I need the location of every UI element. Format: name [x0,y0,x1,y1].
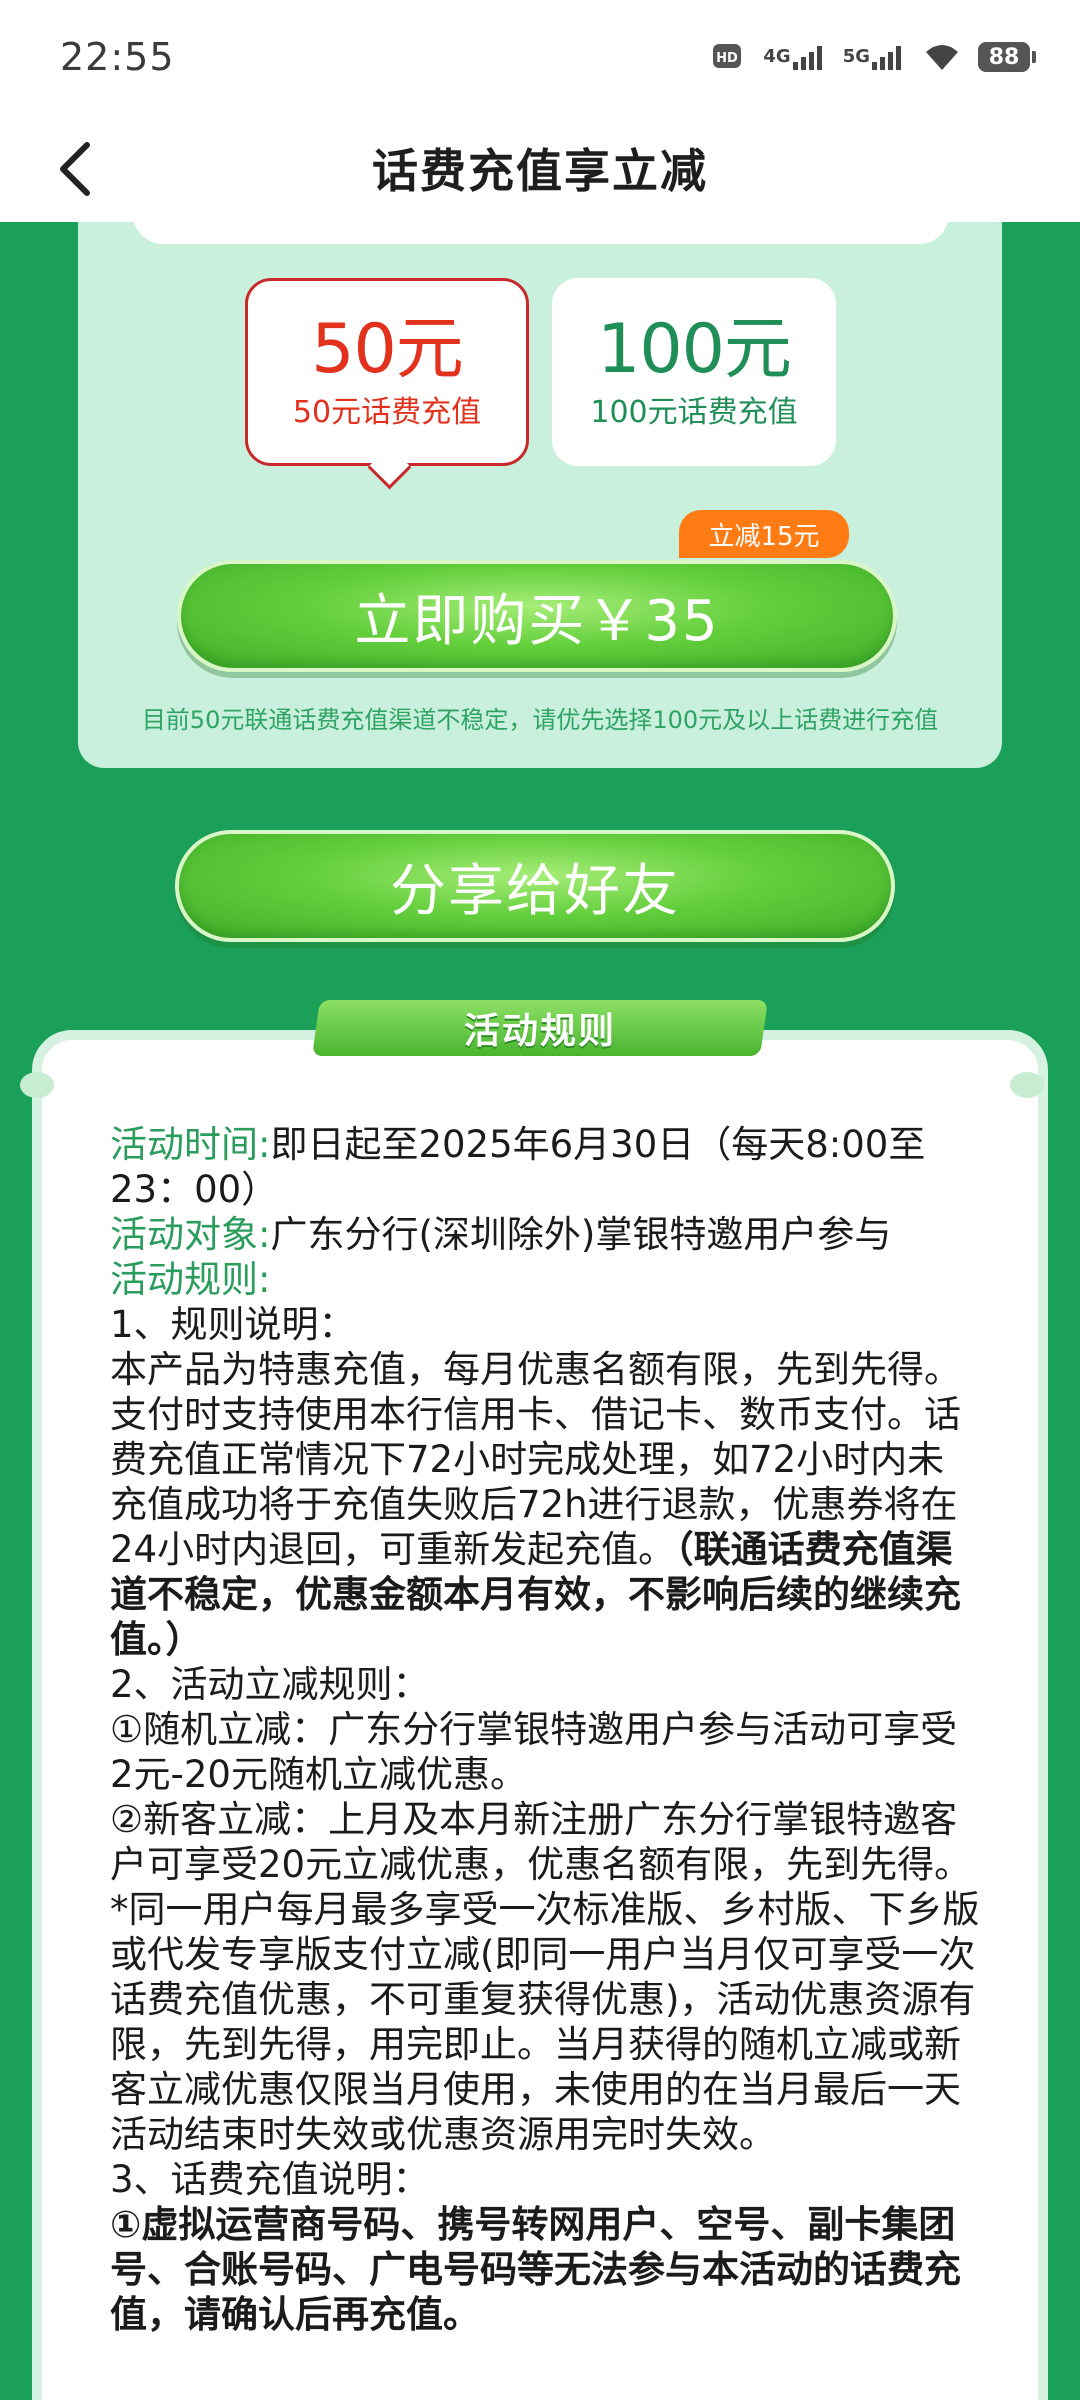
status-icons: HD 4G 5G 88 [713,42,1036,72]
hd-icon: HD [713,42,747,72]
share-button[interactable]: 分享给好友 [175,830,895,942]
rules-tab-title: 活动规则 [463,1011,616,1052]
status-bar: 22:55 HD 4G 5G 88 [0,0,1080,114]
rules-body: 活动时间:即日起至2025年6月30日（每天8:00至23：00） 活动对象:广… [110,1122,980,2337]
section-1-body: 本产品为特惠充值，每月优惠名额有限，先到先得。支付时支持使用本行信用卡、借记卡、… [110,1347,980,1662]
buy-now-button[interactable]: 立即购买￥35 [177,560,897,672]
discount-badge: 立减15元 [679,510,849,558]
signal-5g-icon: 5G [843,42,906,72]
target-value: 广东分行(深圳除外)掌银特邀用户参与 [270,1213,892,1256]
option-amount: 50元 [311,310,464,389]
channel-notice: 目前50元联通话费充值渠道不稳定，请优先选择100元及以上话费进行充值 [141,706,939,734]
option-amount: 100元 [597,310,792,389]
option-100-button[interactable]: 100元 100元话费充值 [552,278,836,466]
section-1-title: 1、规则说明： [110,1303,356,1346]
signal-4g-icon: 4G [763,42,826,72]
page-title: 话费充值享立减 [372,144,708,198]
section-2-title: 2、活动立减规则： [110,1663,430,1706]
activity-time: 活动时间:即日起至2025年6月30日（每天8:00至23：00） [110,1122,980,1212]
wifi-icon [922,42,962,72]
sim2-label: 5G [842,46,870,67]
section-2-note: *同一用户每月最多享受一次标准版、乡村版、下乡版或代发专享版支付立减(即同一用户… [110,1888,980,2156]
option-desc: 100元话费充值 [590,395,798,430]
section-3-title: 3、话费充值说明： [110,2158,430,2201]
chevron-left-icon [60,142,90,196]
rules-label: 活动规则: [110,1258,271,1301]
status-time: 22:55 [60,35,175,79]
section-2-item-2: ②新客立减：上月及本月新注册广东分行掌银特邀客户可享受20元立减优惠，优惠名额有… [110,1798,972,1886]
battery-icon: 88 [978,42,1036,72]
decor-dot-right [1010,1072,1044,1098]
option-50-button[interactable]: 50元 50元话费充值 [245,278,529,466]
app-header: 话费充值享立减 [0,114,1080,222]
activity-target: 活动对象:广东分行(深圳除外)掌银特邀用户参与 [110,1212,980,1257]
time-label: 活动时间: [110,1123,271,1166]
rules-tab: 活动规则 [312,1000,768,1056]
section-3-bold: ①虚拟运营商号码、携号转网用户、空号、副卡集团号、合账号码、广电号码等无法参与本… [110,2203,961,2336]
section-2-item-1: ①随机立减：广东分行掌银特邀用户参与活动可享受2元-20元随机立减优惠。 [110,1708,958,1796]
recharge-card: 50元 50元话费充值 100元 100元话费充值 立即购买￥35 立减15元 … [78,214,1002,768]
target-label: 活动对象: [110,1213,271,1256]
option-desc: 50元话费充值 [292,395,482,430]
back-button[interactable] [40,134,110,204]
decor-dot-left [20,1072,54,1098]
hd-label: HD [717,51,739,66]
card-lip [133,214,949,244]
sim1-label: 4G [763,46,791,67]
